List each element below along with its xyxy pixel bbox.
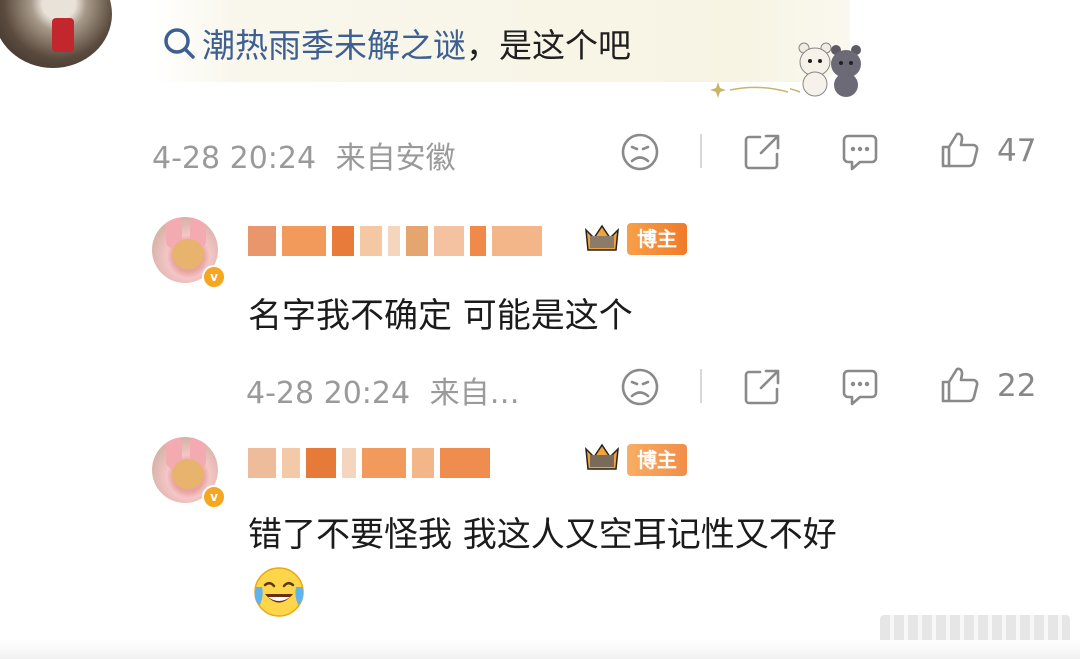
divider (700, 369, 702, 403)
reply-text: 错了不要怪我 我这人又空耳记性又不好 (248, 515, 837, 555)
dislike-face-icon[interactable] (618, 365, 662, 409)
comment-text: 潮热雨季未解之谜 ，是这个吧 (160, 18, 631, 68)
like-count: 22 (997, 368, 1037, 404)
comment-body: ，是这个吧 (466, 26, 631, 65)
topic-link[interactable]: 潮热雨季未解之谜 (202, 19, 466, 67)
like-thumb-icon[interactable] (938, 363, 982, 407)
like-count: 47 (997, 133, 1037, 169)
reply-meta: 4-28 20:24 来自… (246, 368, 520, 412)
username-pixelated[interactable] (248, 224, 542, 258)
crown-icon (585, 443, 619, 470)
commenter-avatar[interactable] (0, 0, 112, 68)
verified-badge-icon: v (202, 265, 226, 289)
comment-location: 来自安徽 (335, 141, 456, 176)
laughing-crying-emoji-icon (254, 567, 304, 617)
next-meta-row-cutoff (0, 640, 1080, 659)
host-badge: 博主 (627, 223, 687, 255)
reply-text: 名字我不确定 可能是这个 (248, 296, 633, 336)
bear-sticker-icon (790, 42, 861, 97)
username-pixelated[interactable] (248, 446, 490, 480)
comment-meta: 4-28 20:24 来自安徽 (152, 133, 456, 177)
dislike-face-icon[interactable] (618, 130, 662, 174)
verified-badge-icon: v (202, 485, 226, 509)
share-icon[interactable] (740, 130, 784, 174)
crown-icon (585, 224, 619, 251)
host-badge: 博主 (627, 444, 687, 476)
share-icon[interactable] (740, 365, 784, 409)
comment-date: 4-28 20:24 (152, 141, 317, 176)
comment-icon[interactable] (838, 365, 882, 409)
comment-icon[interactable] (838, 130, 882, 174)
sparkle-decoration-icon (710, 82, 789, 98)
search-icon (164, 28, 195, 59)
reply-date: 4-28 20:24 (246, 376, 411, 411)
like-thumb-icon[interactable] (938, 128, 982, 172)
reply-location: 来自… (429, 376, 520, 411)
divider (700, 134, 702, 168)
